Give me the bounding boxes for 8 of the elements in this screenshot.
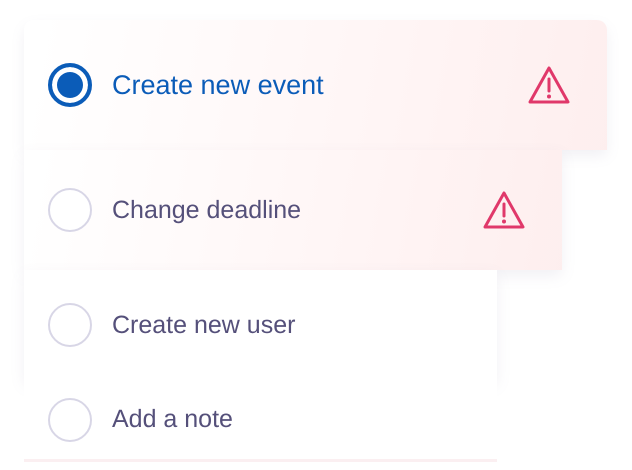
option-label: Add a note (112, 405, 234, 434)
option-label: Create new event (112, 70, 325, 100)
option-card[interactable]: Change deadline (24, 150, 562, 270)
radio-button[interactable] (48, 63, 92, 107)
option-label: Change deadline (112, 196, 302, 224)
option-card[interactable]: Create new user (24, 270, 497, 380)
option-card[interactable]: Create new event (24, 20, 607, 150)
option-label: Create new user (112, 310, 296, 340)
